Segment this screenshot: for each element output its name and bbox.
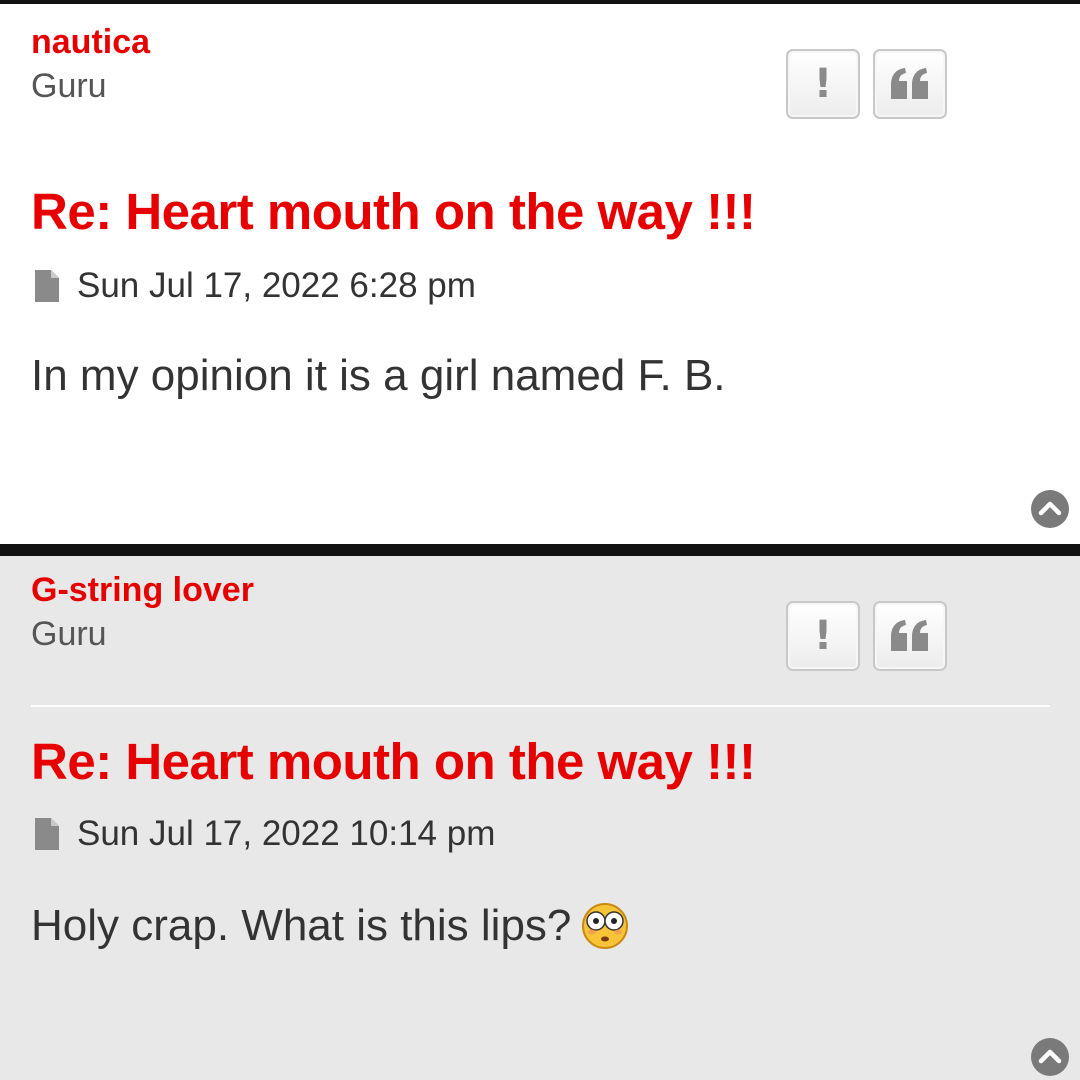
post-content: Holy crap. What is this lips? (31, 898, 629, 954)
post: G-string lover Guru ! Re: Heart mouth on… (0, 556, 1080, 1080)
report-button[interactable]: ! (786, 601, 860, 671)
post-content: In my opinion it is a girl named F. B. (31, 348, 726, 404)
back-to-top-button[interactable] (1031, 490, 1069, 528)
chevron-up-icon (1038, 501, 1062, 516)
post-author-link[interactable]: nautica (31, 22, 150, 62)
post-title-link[interactable]: Re: Heart mouth on the way !!! (31, 732, 756, 792)
exclamation-icon: ! (813, 613, 833, 659)
forum-thread: nautica Guru ! Re: Heart mouth on the wa… (0, 0, 1080, 1080)
post-date: Sun Jul 17, 2022 6:28 pm (77, 266, 476, 305)
report-button[interactable]: ! (786, 49, 860, 119)
flushed-face-emoji (582, 903, 629, 949)
post-file-icon[interactable] (33, 817, 61, 851)
post-text: In my opinion it is a girl named F. B. (31, 351, 726, 400)
post-meta: Sun Jul 17, 2022 10:14 pm (33, 814, 495, 854)
author-rank: Guru (31, 67, 107, 105)
post-meta: Sun Jul 17, 2022 6:28 pm (33, 266, 476, 306)
chevron-up-icon (1038, 1049, 1062, 1064)
post-file-icon[interactable] (33, 269, 61, 303)
content-separator (31, 705, 1050, 707)
post-author-link[interactable]: G-string lover (31, 570, 254, 610)
quote-icon (891, 620, 928, 651)
quote-button[interactable] (873, 601, 947, 671)
back-to-top-button[interactable] (1031, 1038, 1069, 1076)
post-divider (0, 544, 1080, 556)
exclamation-icon: ! (813, 61, 833, 107)
quote-button[interactable] (873, 49, 947, 119)
post-text: Holy crap. What is this lips? (31, 901, 572, 950)
post-title-link[interactable]: Re: Heart mouth on the way !!! (31, 182, 756, 242)
quote-icon (891, 68, 928, 99)
author-rank: Guru (31, 615, 107, 653)
post: nautica Guru ! Re: Heart mouth on the wa… (0, 0, 1080, 544)
post-date: Sun Jul 17, 2022 10:14 pm (77, 814, 496, 853)
